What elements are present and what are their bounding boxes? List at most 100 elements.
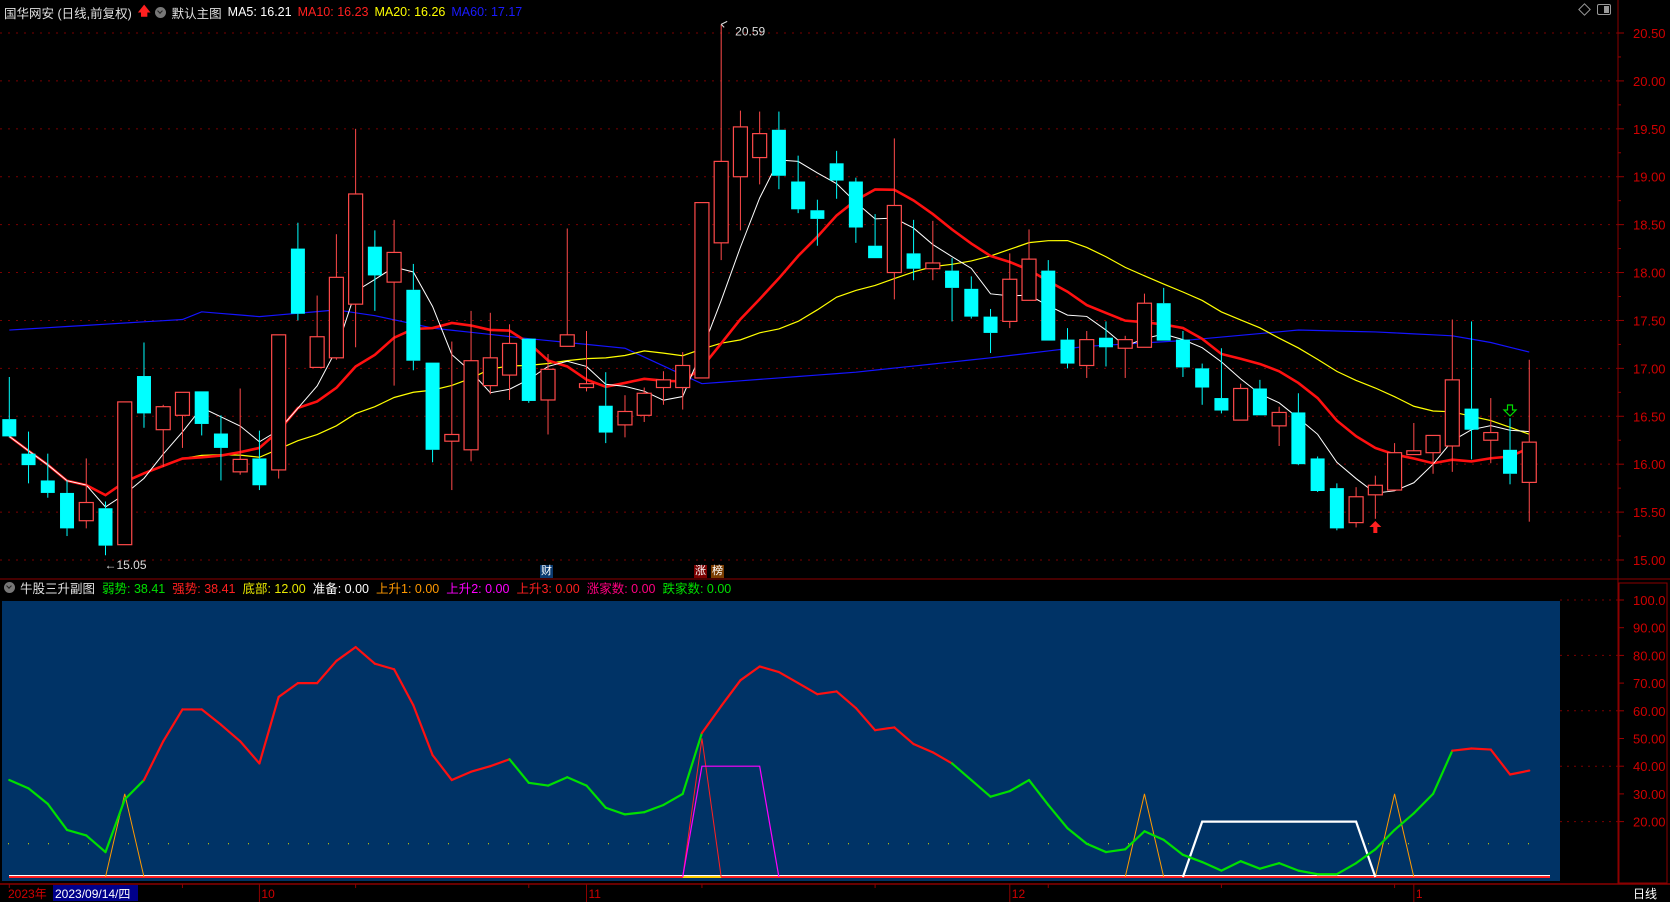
candle-down[interactable] [906, 253, 921, 269]
candle-up[interactable] [309, 336, 325, 369]
candle-up[interactable] [1233, 387, 1249, 421]
candle-down[interactable] [98, 508, 113, 546]
candle-down[interactable] [1214, 398, 1229, 411]
candle-down[interactable] [40, 480, 55, 493]
candle-up[interactable] [348, 193, 364, 305]
candle-down[interactable] [1464, 408, 1479, 430]
candle-up[interactable] [1444, 379, 1460, 447]
candle-down[interactable] [848, 181, 863, 228]
candle-down[interactable] [194, 391, 209, 424]
candle-up[interactable] [232, 458, 248, 473]
stock-chart[interactable]: 20.50 20.00 19.50 19.00 18.50 18.00 17.50 17.00… [0, 0, 1670, 902]
candle-down[interactable] [829, 163, 844, 181]
high-price-label: 20.59 [735, 24, 765, 38]
candle-up[interactable] [1386, 452, 1403, 491]
candle-down[interactable] [1041, 270, 1056, 341]
candle-up[interactable] [386, 251, 402, 283]
candle-down[interactable] [21, 453, 36, 466]
bottom-value: 底部: 12.00 [242, 581, 306, 596]
candle-up[interactable] [578, 383, 595, 389]
diamond-icon[interactable] [1578, 3, 1591, 16]
candle-up[interactable] [1348, 496, 1364, 524]
candle-up[interactable] [1483, 431, 1499, 441]
candle-up[interactable] [1117, 339, 1133, 349]
candle-down[interactable] [367, 246, 382, 276]
candle-down[interactable] [1291, 412, 1306, 465]
candle-up[interactable] [732, 126, 749, 178]
candle-up[interactable] [271, 334, 287, 471]
price-tick-label: 18.00 [1633, 266, 1666, 281]
candle-down[interactable] [791, 181, 806, 210]
candle-down[interactable] [1310, 458, 1325, 492]
limit-up-badge[interactable]: 涨 [694, 565, 707, 578]
candle-up[interactable] [925, 262, 941, 270]
candle-up[interactable] [655, 379, 672, 389]
candle-up[interactable] [1079, 339, 1095, 367]
candle-down[interactable] [964, 288, 979, 317]
candle-down[interactable] [213, 433, 228, 448]
candle-up[interactable] [713, 160, 729, 244]
candle-up[interactable] [501, 342, 518, 376]
candle-down[interactable] [136, 376, 151, 414]
candle-up[interactable] [675, 364, 691, 389]
candle-up[interactable] [463, 360, 479, 451]
candle-up[interactable] [886, 204, 902, 274]
list-badge[interactable]: 榜 [711, 565, 724, 578]
candle-down[interactable] [406, 289, 421, 361]
candle-down[interactable] [2, 419, 17, 437]
cursor-date-label[interactable]: 2023/09/14/四 [55, 887, 130, 901]
candle-down[interactable] [598, 405, 613, 433]
indicator-name[interactable]: 牛股三升副图 [20, 578, 95, 597]
dropdown-circle-icon[interactable] [4, 581, 15, 593]
candle-down[interactable] [868, 245, 883, 259]
candle-down[interactable] [1098, 337, 1113, 348]
candle-down[interactable] [60, 492, 75, 529]
finance-badge[interactable]: 财 [540, 565, 553, 578]
dropdown-circle-icon[interactable] [154, 6, 166, 18]
candle-down[interactable] [1156, 303, 1171, 341]
candle-down[interactable] [290, 248, 305, 314]
candle-down[interactable] [252, 458, 267, 486]
panel-toggle-icon[interactable] [1597, 4, 1611, 15]
candle-down[interactable] [1060, 339, 1075, 364]
indicator-panel[interactable] [2, 599, 1618, 881]
candle-up[interactable] [482, 357, 498, 387]
candle-up[interactable] [78, 501, 94, 522]
candle-down[interactable] [521, 338, 536, 401]
candle-down[interactable] [810, 210, 825, 219]
candle-down[interactable] [945, 270, 960, 288]
candle-down[interactable] [1252, 388, 1267, 416]
strong-value: 强势: 38.41 [172, 581, 236, 596]
candle-up[interactable] [559, 334, 575, 347]
candle-up[interactable] [1271, 411, 1287, 427]
candle-down[interactable] [771, 129, 786, 176]
candle-up[interactable] [328, 276, 344, 359]
candle-up[interactable] [617, 410, 633, 426]
candle-up[interactable] [1136, 302, 1153, 348]
candle-up[interactable] [636, 392, 652, 416]
candle-down[interactable] [425, 362, 440, 450]
indicator-tick-label: 60.00 [1633, 704, 1666, 719]
candle-up[interactable] [1425, 434, 1441, 454]
candle-up[interactable] [1002, 278, 1018, 323]
candle-up[interactable] [1521, 441, 1537, 483]
candle-up[interactable] [1406, 450, 1422, 456]
candle-down[interactable] [1195, 368, 1210, 388]
candle-down[interactable] [1175, 339, 1190, 368]
candle-up[interactable] [694, 201, 710, 379]
main-chart-label[interactable]: 默认主图 [172, 3, 222, 22]
candle-up[interactable] [1021, 258, 1037, 301]
month-label: 11 [589, 887, 602, 901]
candle-down[interactable] [1329, 488, 1344, 529]
candle-up[interactable] [174, 391, 191, 416]
candle-up[interactable] [117, 401, 133, 546]
candle-up[interactable] [752, 133, 768, 159]
candle-down[interactable] [1503, 449, 1518, 474]
stock-title[interactable]: 国华网安 (日线,前复权) [4, 3, 132, 22]
candle-up[interactable] [540, 368, 556, 401]
candle-up[interactable] [1367, 484, 1383, 496]
period-label[interactable]: 日线 [1633, 887, 1657, 901]
candle-up[interactable] [155, 406, 171, 431]
candle-up[interactable] [444, 433, 460, 442]
candle-down[interactable] [983, 316, 998, 333]
